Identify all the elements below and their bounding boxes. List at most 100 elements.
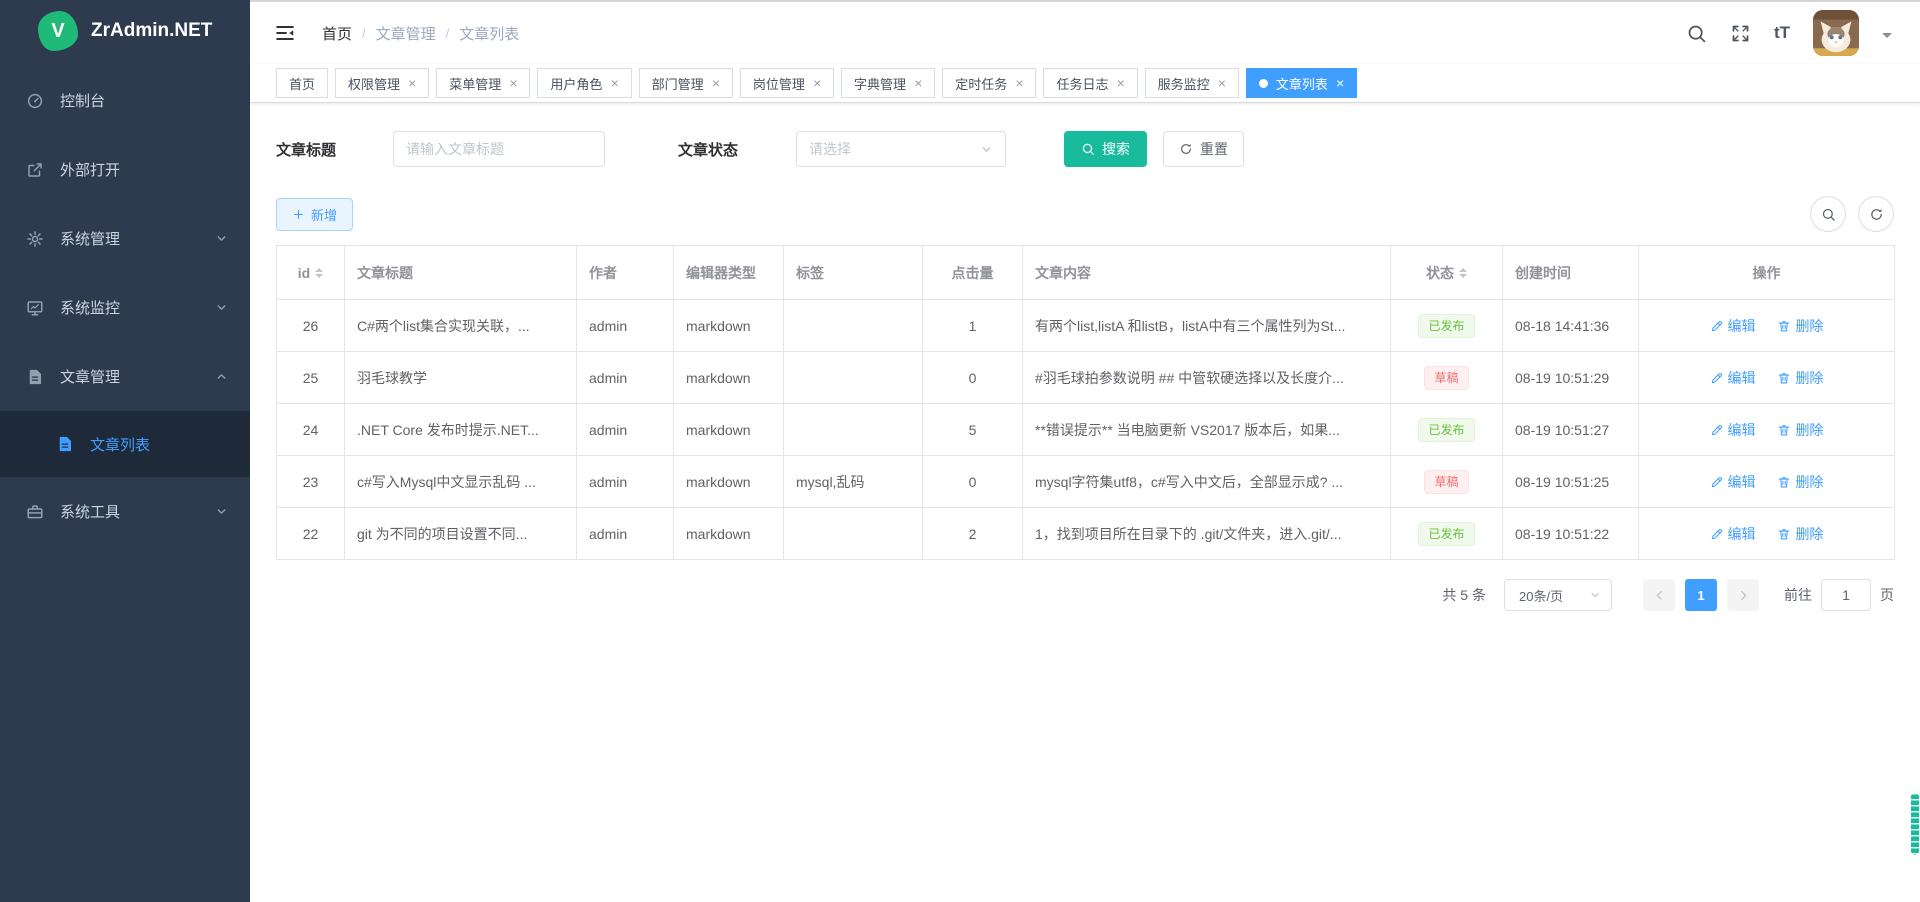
tab[interactable]: 任务日志 ×	[1043, 68, 1137, 98]
tab[interactable]: 用户角色 ×	[537, 68, 631, 98]
sidebar-item[interactable]: 文章管理	[0, 342, 250, 411]
sidebar-item[interactable]: 文章列表	[0, 411, 250, 477]
fullscreen-icon[interactable]	[1730, 23, 1751, 44]
cell-content: **错误提示** 当电脑更新 VS2017 版本后，如果...	[1023, 404, 1391, 456]
chevron-down-icon	[980, 143, 993, 156]
tab[interactable]: 服务监控 ×	[1145, 68, 1239, 98]
external-link-icon	[26, 161, 44, 179]
column-header[interactable]: 文章内容	[1023, 246, 1391, 300]
trash-icon	[1777, 371, 1791, 385]
cell-id: 22	[277, 508, 345, 560]
column-header[interactable]: 文章标题	[345, 246, 577, 300]
column-header[interactable]: 编辑器类型	[674, 246, 784, 300]
cell-clicks: 0	[923, 456, 1023, 508]
font-size-icon[interactable]: tT	[1774, 23, 1790, 43]
scrollbar-thumb[interactable]	[1911, 793, 1919, 855]
column-header[interactable]: 标签	[784, 246, 923, 300]
status-badge: 已发布	[1418, 522, 1474, 546]
refresh-icon	[1179, 142, 1193, 156]
cell-status: 草稿	[1391, 456, 1503, 508]
goto-page-input[interactable]	[1821, 579, 1871, 611]
main-area: 首页 / 文章管理 / 文章列表 tT 首页	[250, 0, 1920, 902]
current-page-button[interactable]: 1	[1685, 579, 1717, 611]
tab[interactable]: 字典管理 ×	[841, 68, 935, 98]
tab-close-icon[interactable]: ×	[1336, 76, 1344, 90]
delete-button[interactable]: 删除	[1777, 368, 1823, 388]
tab[interactable]: 菜单管理 ×	[436, 68, 530, 98]
column-header[interactable]: 操作	[1639, 246, 1895, 300]
sidebar-collapse-icon[interactable]	[274, 22, 296, 44]
trash-icon	[1777, 319, 1791, 333]
column-header[interactable]: 作者	[577, 246, 674, 300]
column-header[interactable]: 状态	[1391, 246, 1503, 300]
edit-button[interactable]: 编辑	[1710, 316, 1756, 336]
search-icon	[1081, 142, 1095, 156]
delete-button[interactable]: 删除	[1777, 472, 1823, 492]
tab-label: 服务监控	[1158, 74, 1210, 93]
tab[interactable]: 文章列表 ×	[1246, 68, 1357, 98]
avatar[interactable]	[1813, 10, 1859, 56]
tab-close-icon[interactable]: ×	[408, 76, 416, 90]
chevron-down-icon	[1589, 589, 1601, 601]
page-content: 文章标题 文章状态 请选择 搜索 重置	[250, 103, 1920, 902]
select-placeholder: 请选择	[809, 139, 851, 159]
breadcrumb-home[interactable]: 首页	[322, 23, 352, 44]
column-header[interactable]: id	[277, 246, 345, 300]
cell-status: 草稿	[1391, 352, 1503, 404]
top-navbar: 首页 / 文章管理 / 文章列表 tT	[250, 2, 1920, 64]
page-size-select[interactable]: 20条/页	[1504, 579, 1612, 611]
column-header[interactable]: 点击量	[923, 246, 1023, 300]
tab[interactable]: 部门管理 ×	[639, 68, 733, 98]
breadcrumb-item: 文章管理	[376, 23, 436, 44]
edit-button[interactable]: 编辑	[1710, 472, 1756, 492]
tab-close-icon[interactable]: ×	[1015, 76, 1023, 90]
edit-button[interactable]: 编辑	[1710, 524, 1756, 544]
prev-page-button[interactable]	[1643, 579, 1675, 611]
sidebar-item[interactable]: 系统监控	[0, 273, 250, 342]
tab-label: 部门管理	[652, 74, 704, 93]
title-filter-input[interactable]	[393, 131, 605, 167]
search-button[interactable]: 搜索	[1064, 131, 1147, 167]
next-page-button[interactable]	[1727, 579, 1759, 611]
tab-close-icon[interactable]: ×	[610, 76, 618, 90]
caret-down-icon[interactable]	[1882, 33, 1892, 43]
tab[interactable]: 首页	[276, 68, 328, 98]
status-filter-select[interactable]: 请选择	[796, 131, 1006, 167]
app-logo[interactable]: V ZrAdmin.NET	[0, 0, 250, 62]
column-header[interactable]: 创建时间	[1503, 246, 1639, 300]
toggle-search-button[interactable]	[1810, 196, 1846, 232]
tab[interactable]: 权限管理 ×	[335, 68, 429, 98]
delete-button[interactable]: 删除	[1777, 420, 1823, 440]
delete-button[interactable]: 删除	[1777, 316, 1823, 336]
edit-button[interactable]: 编辑	[1710, 368, 1756, 388]
sidebar-item[interactable]: 系统工具	[0, 477, 250, 546]
sidebar-item[interactable]: 控制台	[0, 66, 250, 135]
tab[interactable]: 岗位管理 ×	[740, 68, 834, 98]
trash-icon	[1777, 475, 1791, 489]
refresh-table-button[interactable]	[1858, 196, 1894, 232]
tab-close-icon[interactable]: ×	[914, 76, 922, 90]
tab[interactable]: 定时任务 ×	[942, 68, 1036, 98]
sort-icon[interactable]	[315, 264, 323, 282]
sidebar-item[interactable]: 系统管理	[0, 204, 250, 273]
cell-id: 26	[277, 300, 345, 352]
add-button[interactable]: 新增	[276, 198, 353, 231]
edit-button[interactable]: 编辑	[1710, 420, 1756, 440]
tab-close-icon[interactable]: ×	[509, 76, 517, 90]
reset-button[interactable]: 重置	[1163, 131, 1244, 167]
cell-title: git 为不同的项目设置不同...	[345, 508, 577, 560]
cell-editor-type: markdown	[674, 508, 784, 560]
search-icon[interactable]	[1686, 23, 1707, 44]
cell-author: admin	[577, 404, 674, 456]
tab-close-icon[interactable]: ×	[813, 76, 821, 90]
pagination-goto: 前往 页	[1784, 579, 1894, 611]
cell-editor-type: markdown	[674, 404, 784, 456]
cell-status: 已发布	[1391, 300, 1503, 352]
sidebar-item[interactable]: 外部打开	[0, 135, 250, 204]
tab-close-icon[interactable]: ×	[1116, 76, 1124, 90]
tab-close-icon[interactable]: ×	[1218, 76, 1226, 90]
delete-button[interactable]: 删除	[1777, 524, 1823, 544]
sort-icon[interactable]	[1459, 264, 1467, 282]
cell-author: admin	[577, 300, 674, 352]
tab-close-icon[interactable]: ×	[712, 76, 720, 90]
